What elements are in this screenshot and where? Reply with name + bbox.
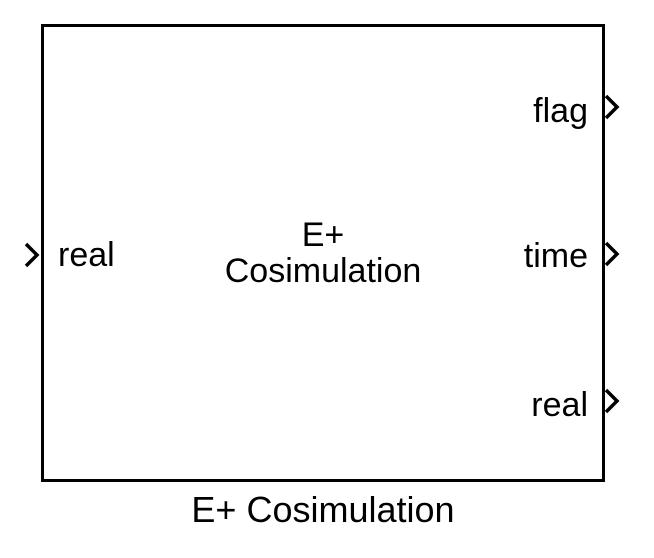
output-port-label-real: real — [531, 386, 588, 424]
block-title-line-2: Cosimulation — [224, 252, 422, 290]
block-title: E+ Cosimulation — [44, 217, 602, 289]
input-port-arrow-icon[interactable] — [24, 242, 40, 268]
output-port-arrow-icon-real[interactable] — [604, 388, 620, 414]
block-title-line-1: E+ — [301, 216, 345, 254]
output-port-arrow-icon-flag[interactable] — [604, 94, 620, 120]
cosimulation-block[interactable]: real E+ Cosimulation flag time real — [41, 24, 605, 482]
output-port-label-time: time — [523, 237, 588, 275]
block-name-label[interactable]: E+ Cosimulation — [41, 488, 605, 532]
output-port-label-flag: flag — [533, 92, 588, 130]
output-port-arrow-icon-time[interactable] — [604, 241, 620, 267]
